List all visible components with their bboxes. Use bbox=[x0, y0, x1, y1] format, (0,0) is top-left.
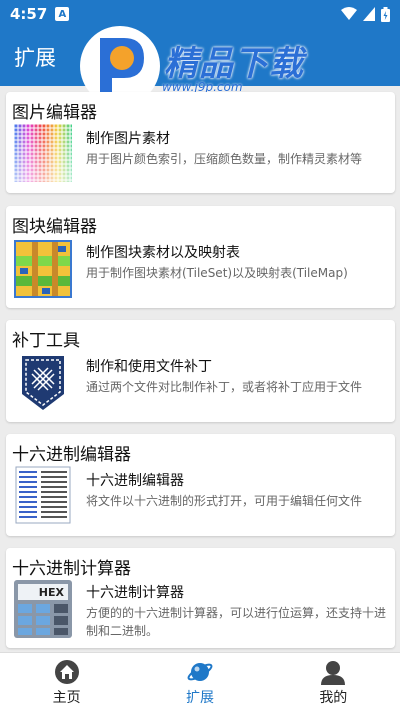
card-description: 将文件以十六进制的形式打开，可用于编辑任何文件 bbox=[86, 494, 363, 508]
hex-document-icon bbox=[15, 466, 71, 524]
card-tile-editor[interactable]: 图块编辑器 制作图块素材以及映射表 用于制作图块素材(TileSet)以及映射表… bbox=[6, 206, 395, 308]
status-time: 4:57 bbox=[10, 5, 48, 23]
card-title: 十六进制编辑器 bbox=[12, 445, 131, 465]
card-description: 用于制作图块素材(TileSet)以及映射表(TileMap) bbox=[86, 266, 348, 280]
hex-calculator-icon: HEX bbox=[14, 580, 72, 638]
wifi-icon bbox=[341, 7, 357, 20]
profile-icon bbox=[321, 660, 346, 685]
card-hex-calculator[interactable]: 十六进制计算器 HEX 十六进制计算器 方便的的十六进制计算器，可以进行位运算，… bbox=[6, 548, 395, 648]
planet-icon bbox=[187, 662, 213, 681]
card-image-editor[interactable]: 图片编辑器 制作图片素材 用于图片颜色索引，压缩颜色数量，制作精灵素材等 bbox=[6, 92, 395, 193]
card-description: 方便的的十六进制计算器，可以进行位运算，还支持十进制和二进制。 bbox=[86, 606, 387, 638]
card-title: 图片编辑器 bbox=[12, 103, 97, 123]
nav-item-home[interactable]: 主页 bbox=[0, 653, 133, 712]
nav-label: 我的 bbox=[319, 689, 348, 706]
card-subtitle: 十六进制编辑器 bbox=[86, 473, 184, 489]
card-description: 用于图片颜色索引，压缩颜色数量，制作精灵素材等 bbox=[86, 152, 363, 166]
status-icons bbox=[341, 6, 390, 22]
card-title: 补丁工具 bbox=[12, 331, 80, 351]
page-title: 扩展 bbox=[14, 46, 56, 70]
nav-item-profile[interactable]: 我的 bbox=[267, 653, 400, 712]
battery-icon bbox=[381, 6, 390, 22]
app-bar: 扩展 bbox=[0, 28, 400, 86]
card-subtitle: 制作和使用文件补丁 bbox=[86, 359, 212, 375]
card-subtitle: 制作图片素材 bbox=[86, 131, 170, 147]
patch-icon bbox=[22, 356, 64, 410]
tileset-icon bbox=[14, 240, 72, 298]
card-description: 通过两个文件对比制作补丁，或者将补丁应用于文件 bbox=[86, 380, 363, 394]
hex-calculator-label: HEX bbox=[39, 586, 65, 599]
card-patch-tool[interactable]: 补丁工具 制作和使用文件补丁 通过两个文件对比制作补丁，或者将补丁应用于文件 bbox=[6, 320, 395, 422]
notification-icon: A bbox=[55, 7, 70, 21]
card-title: 图块编辑器 bbox=[12, 217, 97, 237]
palette-grid-icon bbox=[14, 124, 72, 182]
signal-icon bbox=[363, 7, 375, 21]
bottom-nav: 主页 扩展 我的 bbox=[0, 652, 400, 712]
card-hex-editor[interactable]: 十六进制编辑器 十六进制编辑器 将文件以十六进制的形式打开，可用于编辑任何文件 bbox=[6, 434, 395, 536]
nav-label: 扩展 bbox=[185, 689, 214, 706]
status-bar: 4:57 A bbox=[0, 0, 400, 28]
card-title: 十六进制计算器 bbox=[12, 559, 131, 579]
card-subtitle: 十六进制计算器 bbox=[86, 585, 184, 601]
nav-item-extensions[interactable]: 扩展 bbox=[133, 653, 266, 712]
nav-label: 主页 bbox=[52, 689, 81, 706]
home-icon bbox=[54, 659, 79, 684]
card-subtitle: 制作图块素材以及映射表 bbox=[86, 245, 240, 261]
